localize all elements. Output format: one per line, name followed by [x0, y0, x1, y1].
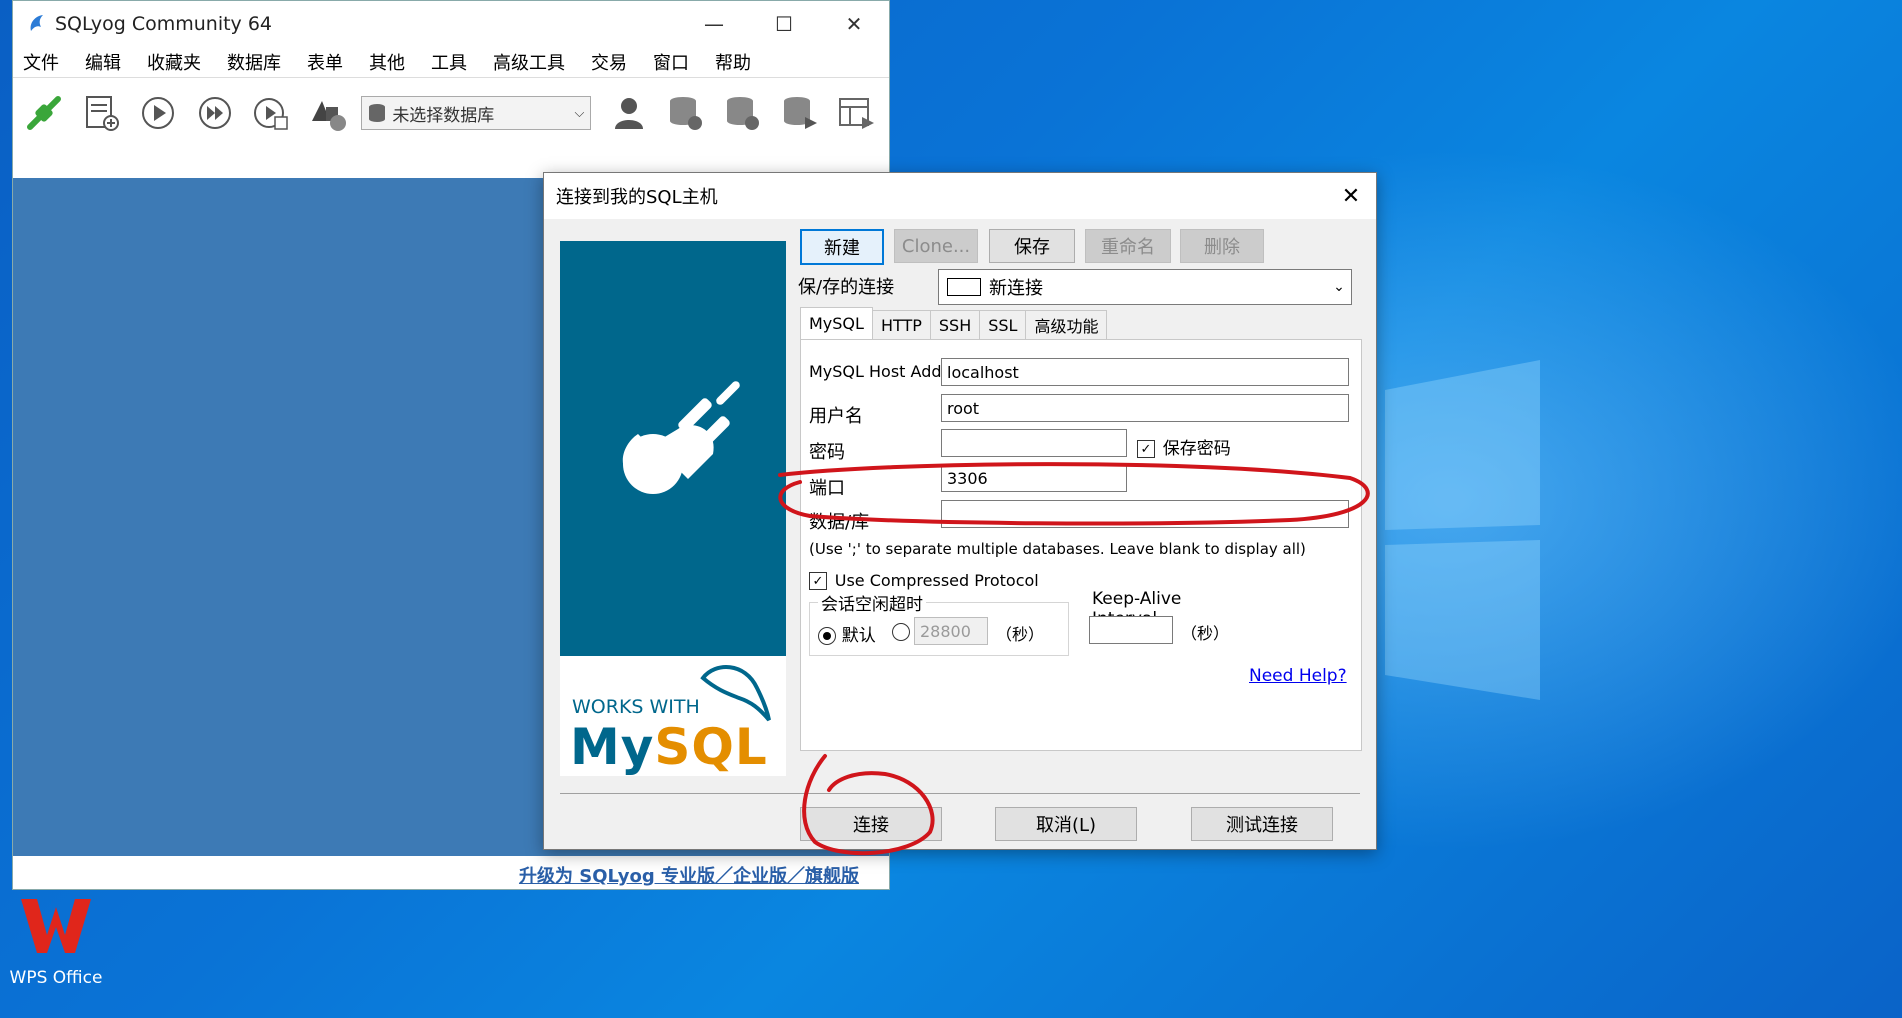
wps-office-shortcut[interactable]: WPS Office — [6, 895, 106, 988]
chevron-down-icon: ⌵ — [574, 105, 585, 121]
keepalive-seconds-label: （秒） — [1181, 624, 1230, 643]
session-timeout-group: 会话空闲超时 默认 28800 （秒） — [809, 590, 1069, 656]
connection-tabs: MySQL HTTP SSH SSL 高级功能 — [800, 307, 1108, 340]
restore-database-icon[interactable] — [719, 89, 766, 137]
schema-sync-icon[interactable] — [305, 89, 352, 137]
default-timeout-label: 默认 — [841, 626, 876, 646]
tab-advanced[interactable]: 高级功能 — [1025, 310, 1108, 339]
plug-icon — [613, 380, 740, 509]
color-swatch — [947, 278, 981, 296]
backup-database-icon[interactable] — [662, 89, 709, 137]
menu-favorites[interactable]: 收藏夹 — [147, 49, 201, 75]
dialog-separator — [560, 793, 1360, 794]
tab-ssl[interactable]: SSL — [979, 310, 1027, 339]
password-label: 密码 — [809, 442, 845, 463]
menu-edit[interactable]: 编辑 — [85, 49, 121, 75]
new-query-icon[interactable] — [78, 89, 125, 137]
password-input[interactable] — [941, 429, 1127, 457]
chevron-down-icon: ⌄ — [1333, 279, 1345, 295]
compressed-protocol-label: Use Compressed Protocol — [834, 571, 1039, 590]
execute-all-icon[interactable] — [191, 89, 238, 137]
connection-banner — [560, 241, 786, 656]
session-timeout-title: 会话空闲超时 — [818, 590, 926, 615]
checkbox-checked-icon: ✓ — [809, 572, 827, 590]
tab-http[interactable]: HTTP — [871, 310, 931, 339]
execute-edit-icon[interactable] — [248, 89, 295, 137]
user-manager-icon[interactable] — [605, 89, 652, 137]
mysql-tab-panel: MySQL Host Address localhost 用户名 root 密码… — [800, 339, 1362, 751]
menu-advanced-tools[interactable]: 高级工具 — [493, 49, 565, 75]
wps-office-label: WPS Office — [9, 968, 103, 988]
menu-help[interactable]: 帮助 — [715, 49, 751, 75]
saved-connection-value: 新连接 — [989, 278, 1043, 299]
menubar: 文件 编辑 收藏夹 数据库 表单 其他 工具 高级工具 交易 窗口 帮助 — [13, 47, 889, 77]
dialog-close-button[interactable]: ✕ — [1326, 173, 1376, 219]
keepalive-input[interactable] — [1089, 616, 1173, 644]
sqlyog-dolphin-icon — [30, 15, 43, 31]
menu-tools[interactable]: 工具 — [431, 49, 467, 75]
save-password-label: 保存密码 — [1162, 439, 1231, 459]
main-titlebar: SQLyog Community 64 — ☐ ✕ — [13, 1, 889, 47]
compressed-protocol-checkbox[interactable]: ✓ Use Compressed Protocol — [809, 570, 1039, 591]
close-window-button[interactable]: ✕ — [819, 1, 889, 47]
import-table-icon[interactable] — [832, 89, 879, 137]
database-input[interactable] — [941, 500, 1349, 528]
connect-dialog: 连接到我的SQL主机 ✕ WORKS WITH MySQL 新建 Clone..… — [543, 172, 1377, 850]
toolbar: 未选择数据库 ⌵ — [13, 77, 889, 148]
tab-mysql[interactable]: MySQL — [800, 307, 873, 339]
wps-logo-icon — [21, 899, 91, 953]
statusbar: 升级为 SQLyog 专业版／企业版／旗舰版 — [13, 856, 889, 889]
menu-window[interactable]: 窗口 — [653, 49, 689, 75]
database-label: 数据/库 — [809, 512, 870, 533]
checkbox-checked-icon: ✓ — [1137, 440, 1155, 458]
maximize-button[interactable]: ☐ — [749, 1, 819, 47]
mysql-logo-text: MySQL — [570, 718, 768, 776]
connect-plug-icon[interactable] — [21, 89, 68, 137]
new-connection-button[interactable]: 新建 — [800, 229, 884, 265]
minimize-button[interactable]: — — [679, 1, 749, 47]
clone-button[interactable]: Clone... — [894, 229, 978, 263]
menu-database[interactable]: 数据库 — [227, 49, 281, 75]
menu-other[interactable]: 其他 — [369, 49, 405, 75]
database-selector-value: 未选择数据库 — [392, 105, 495, 126]
port-input[interactable]: 3306 — [941, 464, 1127, 492]
database-selector[interactable]: 未选择数据库 ⌵ — [361, 96, 592, 130]
username-input[interactable]: root — [941, 394, 1349, 422]
export-database-icon[interactable] — [776, 89, 823, 137]
upgrade-link[interactable]: 升级为 SQLyog 专业版／企业版／旗舰版 — [519, 862, 859, 888]
database-hint: (Use ';' to separate multiple databases.… — [809, 540, 1306, 558]
main-window-title: SQLyog Community 64 — [55, 13, 273, 35]
menu-transaction[interactable]: 交易 — [591, 49, 627, 75]
delete-button[interactable]: 删除 — [1180, 229, 1264, 263]
custom-timeout-radio[interactable] — [892, 623, 910, 641]
port-label: 端口 — [809, 478, 845, 499]
radio-selected-icon — [818, 627, 836, 645]
keepalive-group: Keep-Alive Interval （秒） — [1079, 589, 1249, 654]
cancel-button[interactable]: 取消(L) — [995, 807, 1137, 841]
execute-query-icon[interactable] — [134, 89, 181, 137]
rename-button[interactable]: 重命名 — [1085, 229, 1171, 263]
tab-ssh[interactable]: SSH — [929, 310, 981, 339]
save-password-checkbox[interactable]: ✓ 保存密码 — [1137, 434, 1231, 459]
saved-connection-label: 保/存的连接 — [798, 277, 895, 298]
menu-table[interactable]: 表单 — [307, 49, 343, 75]
connect-button[interactable]: 连接 — [800, 807, 942, 841]
save-button[interactable]: 保存 — [989, 229, 1075, 263]
works-with-mysql-badge: WORKS WITH MySQL — [560, 656, 786, 776]
windows-logo-icon — [1385, 360, 1540, 700]
host-input[interactable]: localhost — [941, 358, 1349, 386]
works-with-text: WORKS WITH — [572, 696, 700, 718]
dialog-title: 连接到我的SQL主机 — [556, 187, 718, 208]
timeout-input[interactable]: 28800 — [914, 617, 988, 645]
saved-connection-select[interactable]: 新连接 ⌄ — [938, 269, 1352, 305]
username-label: 用户名 — [809, 406, 863, 427]
dialog-titlebar: 连接到我的SQL主机 ✕ — [544, 173, 1376, 219]
need-help-link[interactable]: Need Help? — [1249, 666, 1347, 686]
timeout-seconds-label: （秒） — [996, 625, 1045, 644]
test-connection-button[interactable]: 测试连接 — [1191, 807, 1333, 841]
default-timeout-radio[interactable]: 默认 — [818, 621, 876, 646]
database-icon — [369, 104, 386, 122]
menu-file[interactable]: 文件 — [23, 49, 59, 75]
